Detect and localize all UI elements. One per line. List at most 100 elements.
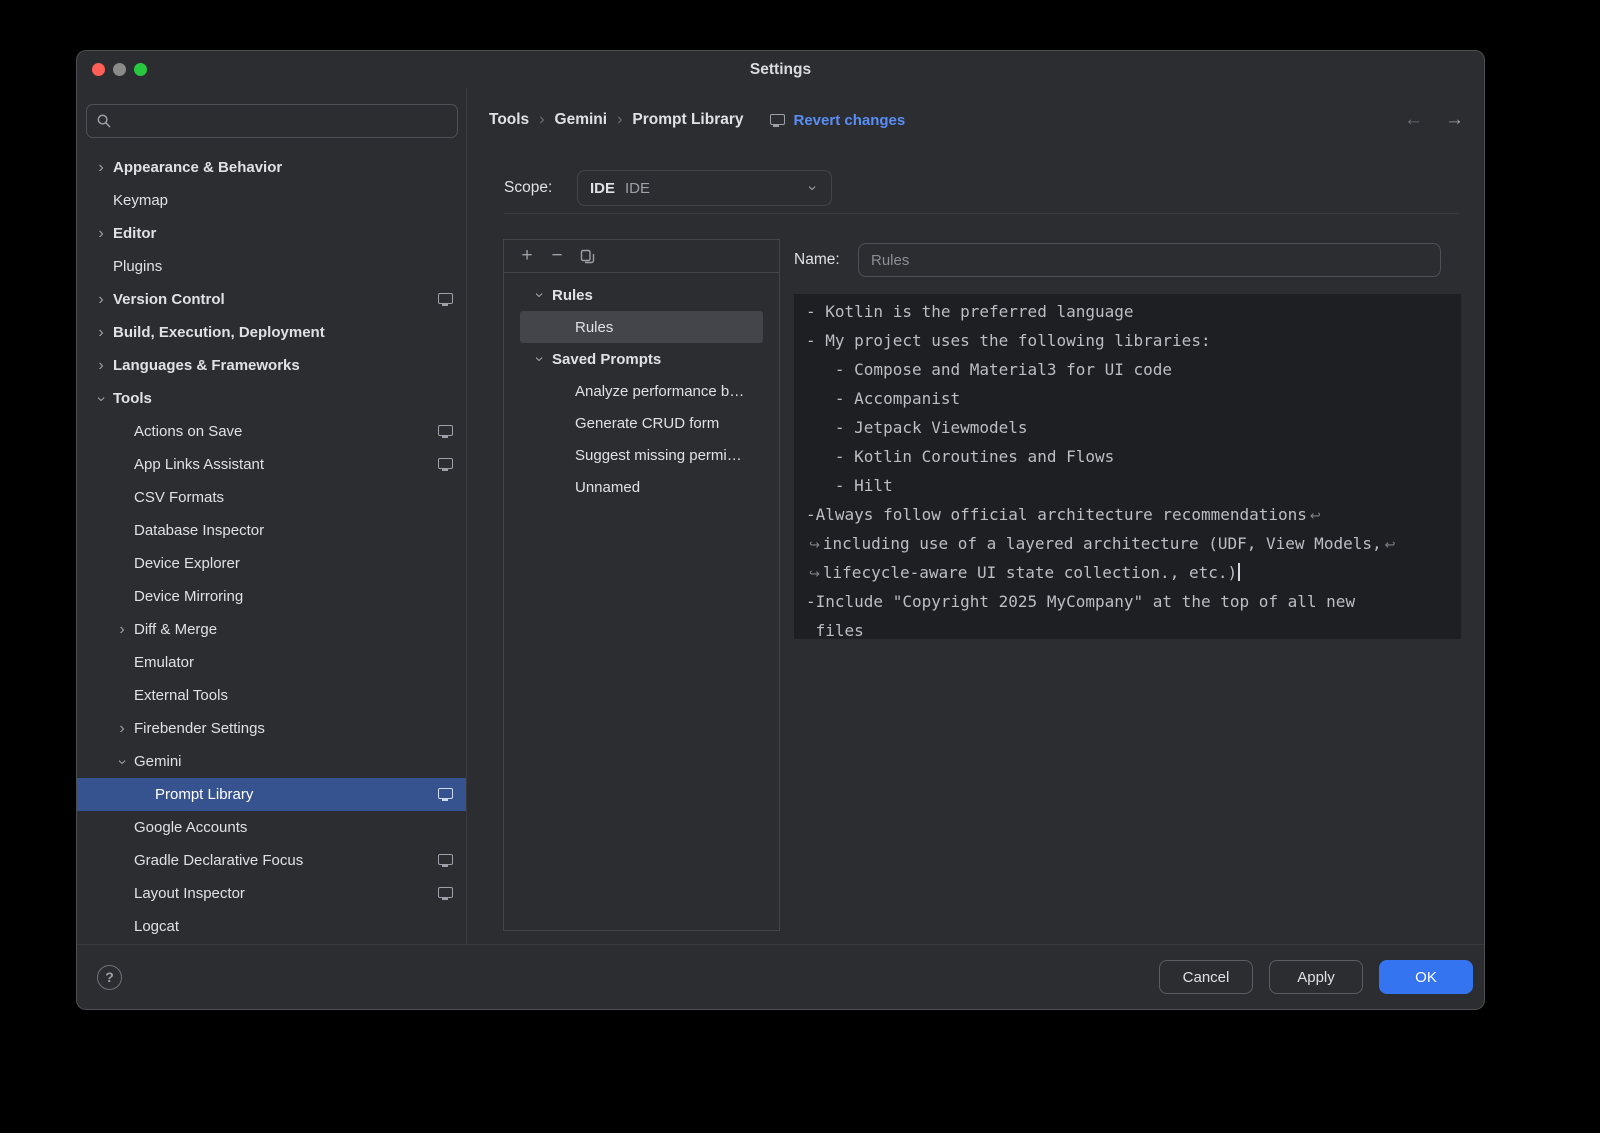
sidebar-item-actions-on-save[interactable]: Actions on Save (77, 415, 466, 448)
editor-line-text: - Accompanist (806, 389, 960, 408)
sidebar-item-database-inspector[interactable]: Database Inspector (77, 514, 466, 547)
chevron-right-icon[interactable]: › (112, 721, 132, 737)
name-row: Name: (794, 243, 1459, 277)
revert-changes-link[interactable]: Revert changes (794, 112, 906, 129)
sidebar-item-plugins[interactable]: Plugins (77, 250, 466, 283)
minimize-button[interactable] (113, 63, 126, 76)
prompt-name-input[interactable] (858, 243, 1441, 277)
sidebar-item-layout-inspector[interactable]: Layout Inspector (77, 877, 466, 910)
desktop: Settings ›Appearance & BehaviorKeymap›Ed… (0, 0, 1600, 1133)
sidebar-item-keymap[interactable]: Keymap (77, 184, 466, 217)
sidebar-item-device-explorer[interactable]: Device Explorer (77, 547, 466, 580)
editor-line[interactable]: ↪lifecycle-aware UI state collection., e… (806, 558, 1449, 587)
sidebar-item-label: External Tools (134, 687, 228, 704)
editor-line-text: - Kotlin Coroutines and Flows (806, 447, 1114, 466)
sidebar-item-gradle-declarative-focus[interactable]: Gradle Declarative Focus (77, 844, 466, 877)
zoom-button[interactable] (134, 63, 147, 76)
editor-line[interactable]: - My project uses the following librarie… (806, 326, 1449, 355)
prompt-list-toolbar: + − (504, 240, 779, 273)
sidebar-item-label: Version Control (113, 291, 225, 308)
sidebar-item-appearance-behavior[interactable]: ›Appearance & Behavior (77, 151, 466, 184)
sidebar-item-firebender-settings[interactable]: ›Firebender Settings (77, 712, 466, 745)
prompt-group-rules[interactable]: ›Rules (520, 279, 763, 311)
breadcrumb-item-tools[interactable]: Tools (489, 111, 529, 129)
ok-button[interactable]: OK (1379, 960, 1473, 994)
prompt-item-generate-crud-form[interactable]: Generate CRUD form (520, 407, 763, 439)
editor-line[interactable]: - Hilt (806, 471, 1449, 500)
sidebar-item-external-tools[interactable]: External Tools (77, 679, 466, 712)
sidebar-item-gemini[interactable]: ›Gemini (77, 745, 466, 778)
prompt-item-analyze-performance-b[interactable]: Analyze performance b… (520, 375, 763, 407)
chevron-down-icon[interactable]: › (93, 389, 109, 409)
editor-line[interactable]: - Kotlin is the preferred language (806, 297, 1449, 326)
scope-dropdown[interactable]: IDE IDE › (577, 170, 832, 206)
sidebar-item-label: Logcat (134, 918, 179, 935)
editor-line[interactable]: - Jetpack Viewmodels (806, 413, 1449, 442)
prompt-item-rules[interactable]: Rules (520, 311, 763, 343)
sidebar-item-label: Plugins (113, 258, 162, 275)
settings-search[interactable] (86, 104, 458, 138)
sidebar-item-label: Editor (113, 225, 156, 242)
breadcrumb-item-prompt-library: Prompt Library (632, 111, 743, 129)
scope-value: IDE (625, 180, 650, 197)
editor-line[interactable]: - Compose and Material3 for UI code (806, 355, 1449, 384)
editor-line[interactable]: -Include "Copyright 2025 MyCompany" at t… (806, 587, 1449, 616)
sidebar-item-diff-merge[interactable]: ›Diff & Merge (77, 613, 466, 646)
prompt-list-panel: + − ›RulesRules›Saved PromptsAnalyze per… (503, 239, 780, 931)
remove-button[interactable]: − (544, 243, 570, 269)
back-arrow-icon[interactable]: ← (1404, 109, 1423, 131)
sidebar-item-emulator[interactable]: Emulator (77, 646, 466, 679)
horizontal-divider (504, 213, 1459, 214)
chevron-down-icon[interactable]: › (531, 286, 547, 304)
editor-line[interactable]: files (806, 616, 1449, 639)
duplicate-button[interactable] (574, 243, 600, 269)
chevron-right-icon[interactable]: › (112, 622, 132, 638)
editor-line[interactable]: ↪including use of a layered architecture… (806, 529, 1449, 558)
close-button[interactable] (92, 63, 105, 76)
sidebar-item-prompt-library[interactable]: Prompt Library (77, 778, 466, 811)
prompt-group-saved-prompts[interactable]: ›Saved Prompts (520, 343, 763, 375)
sidebar-item-version-control[interactable]: ›Version Control (77, 283, 466, 316)
sidebar-item-label: Keymap (113, 192, 168, 209)
soft-wrap-icon: ↪ (809, 567, 820, 582)
chevron-down-icon[interactable]: › (531, 350, 547, 368)
chevron-down-icon[interactable]: › (114, 752, 130, 772)
sidebar-item-app-links-assistant[interactable]: App Links Assistant (77, 448, 466, 481)
prompt-item-unnamed[interactable]: Unnamed (520, 471, 763, 503)
apply-button[interactable]: Apply (1269, 960, 1363, 994)
breadcrumb-item-gemini[interactable]: Gemini (555, 111, 608, 129)
sidebar-item-device-mirroring[interactable]: Device Mirroring (77, 580, 466, 613)
prompt-item-label: Unnamed (575, 479, 640, 496)
sidebar-item-tools[interactable]: ›Tools (77, 382, 466, 415)
sidebar-item-languages-frameworks[interactable]: ›Languages & Frameworks (77, 349, 466, 382)
sidebar-item-label: Device Mirroring (134, 588, 243, 605)
title-bar[interactable]: Settings (77, 51, 1484, 88)
editor-line[interactable]: -Always follow official architecture rec… (806, 500, 1449, 529)
settings-search-input[interactable] (118, 113, 448, 129)
chevron-right-icon[interactable]: › (91, 226, 111, 242)
add-button[interactable]: + (514, 243, 540, 269)
chevron-right-icon[interactable]: › (91, 160, 111, 176)
sidebar-item-csv-formats[interactable]: CSV Formats (77, 481, 466, 514)
help-button[interactable]: ? (97, 965, 122, 990)
prompt-editor[interactable]: - Kotlin is the preferred language- My p… (794, 294, 1461, 639)
sidebar-item-editor[interactable]: ›Editor (77, 217, 466, 250)
sidebar-item-logcat[interactable]: Logcat (77, 910, 466, 943)
sidebar-item-google-accounts[interactable]: Google Accounts (77, 811, 466, 844)
soft-wrap-icon: ↩ (1310, 509, 1321, 524)
editor-line[interactable]: - Kotlin Coroutines and Flows (806, 442, 1449, 471)
chevron-right-icon[interactable]: › (91, 358, 111, 374)
soft-wrap-icon: ↩ (1385, 538, 1396, 553)
sidebar-item-label: App Links Assistant (134, 456, 264, 473)
sidebar-item-label: Prompt Library (155, 786, 253, 803)
chevron-right-icon[interactable]: › (91, 292, 111, 308)
cancel-button[interactable]: Cancel (1159, 960, 1253, 994)
forward-arrow-icon[interactable]: → (1445, 109, 1464, 131)
chevron-right-icon[interactable]: › (91, 325, 111, 341)
prompt-item-suggest-missing-permi[interactable]: Suggest missing permi… (520, 439, 763, 471)
sidebar-item-build-execution-deployment[interactable]: ›Build, Execution, Deployment (77, 316, 466, 349)
sidebar-item-label: Appearance & Behavior (113, 159, 282, 176)
editor-line-text: including use of a layered architecture … (823, 534, 1382, 553)
name-label: Name: (794, 251, 858, 269)
editor-line[interactable]: - Accompanist (806, 384, 1449, 413)
